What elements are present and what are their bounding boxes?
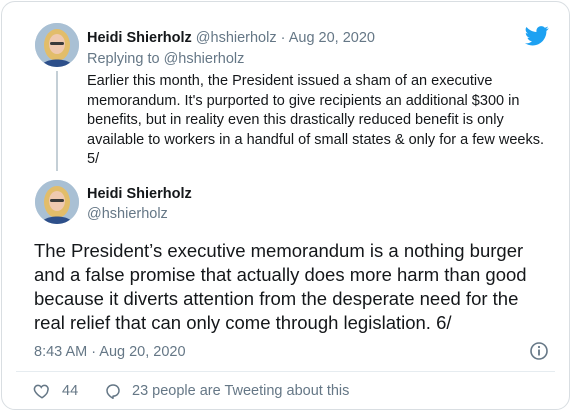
thread-connector-line [56, 71, 58, 171]
reply-header: Heidi Shierholz @hshierholz · Aug 20, 20… [87, 30, 375, 46]
reply-date[interactable]: Aug 20, 2020 [289, 30, 375, 46]
reply-author-avatar[interactable] [35, 23, 79, 67]
engagement-divider [16, 371, 555, 372]
avatar-image [35, 180, 79, 224]
like-count[interactable]: 44 [62, 383, 78, 399]
main-author-handle[interactable]: @hshierholz [87, 206, 168, 222]
main-author-name[interactable]: Heidi Shierholz [87, 186, 192, 202]
replying-to-line: Replying to @hshierholz [87, 51, 244, 67]
speech-bubble-icon[interactable] [104, 382, 122, 400]
reply-author-name[interactable]: Heidi Shierholz [87, 30, 192, 46]
main-tweet-text: The President’s executive memorandum is … [34, 240, 527, 333]
tweet-timestamp[interactable]: 8:43 AM · Aug 20, 2020 [34, 344, 186, 360]
heart-icon[interactable] [33, 382, 51, 400]
twitter-bird-icon[interactable] [525, 26, 549, 46]
avatar-image [35, 23, 79, 67]
main-author-avatar[interactable] [35, 180, 79, 224]
replying-to-prefix: Replying to [87, 51, 160, 67]
reply-separator: · [280, 30, 286, 46]
tweet-embed-card: Heidi Shierholz @hshierholz · Aug 20, 20… [1, 1, 570, 410]
replying-to-mention[interactable]: @hshierholz [164, 51, 245, 67]
reply-tweet-text: Earlier this month, the President issued… [87, 73, 544, 167]
reply-author-handle[interactable]: @hshierholz [196, 30, 277, 46]
tweeting-about-link[interactable]: 23 people are Tweeting about this [132, 383, 349, 399]
info-icon[interactable] [529, 341, 549, 361]
